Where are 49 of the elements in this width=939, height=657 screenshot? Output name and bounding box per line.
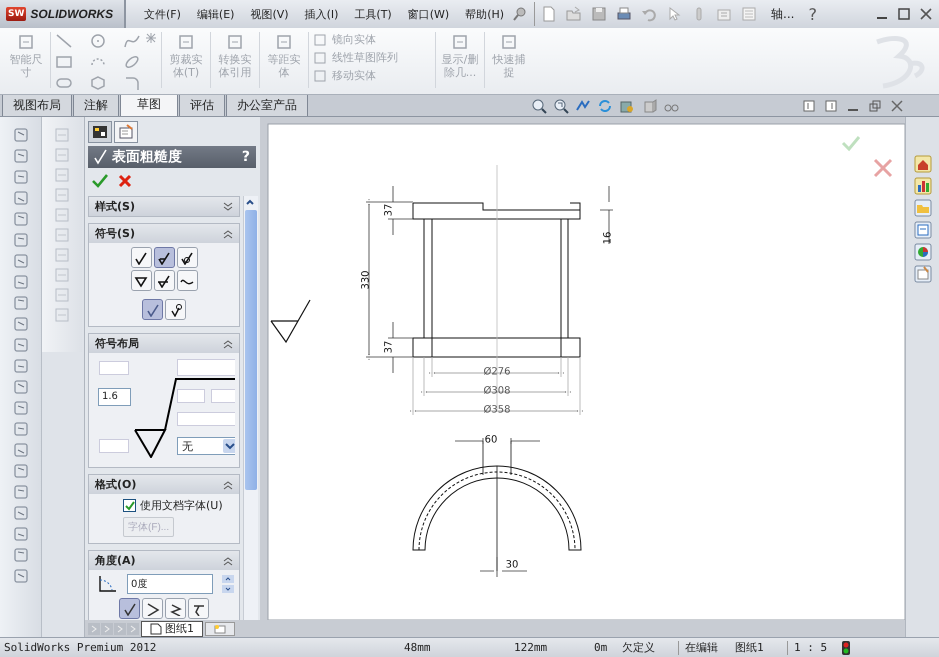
command-tab[interactable]: 注解 (73, 94, 119, 116)
app-logo: SOLIDWORKS (30, 7, 114, 21)
menu-item[interactable]: 视图(V) (242, 6, 297, 22)
section-title: 格式(O) (95, 477, 136, 492)
menu-item[interactable]: 工具(T) (346, 6, 400, 22)
use-document-font-checkbox[interactable]: 使用文档字体(U) (123, 498, 235, 513)
y-coordinate: 122mm (514, 641, 548, 654)
menu-item[interactable]: 插入(I) (296, 6, 346, 22)
dimension-text: 37 (384, 204, 395, 216)
section-title: 角度(A) (95, 553, 136, 568)
command-tab[interactable]: 视图布局 (2, 94, 72, 116)
logo-badge: SW (6, 7, 26, 21)
x-coordinate: 48mm (404, 641, 432, 654)
menu-item[interactable]: 窗口(W) (400, 6, 458, 22)
section-header[interactable]: 格式(O) (89, 475, 239, 494)
command-tab[interactable]: 评估 (179, 94, 225, 116)
roughness-value-field[interactable]: 1.6 (98, 388, 131, 406)
z-coordinate: 0m (594, 641, 608, 654)
section-title: 样式(S) (95, 199, 135, 214)
dimension-text: Ø276 (484, 366, 510, 378)
editing-mode: 在编辑 (685, 640, 719, 655)
property-manager-title: 表面粗糙度 ? (88, 146, 256, 168)
section-header[interactable]: 符号(S) (89, 224, 239, 243)
angle-field[interactable]: 0度 (127, 574, 213, 594)
lay-direction-dropdown[interactable]: 无 (177, 437, 235, 455)
current-sheet: 图纸1 (735, 640, 765, 655)
dimension-text: Ø308 (484, 386, 510, 397)
section-header[interactable]: 样式(S) (89, 197, 239, 216)
sheet-scale: 1 : 5 (794, 641, 828, 654)
dimension-text: 60 (484, 434, 498, 446)
dimension-text: 330 (360, 270, 372, 290)
sketch-state: 欠定义 (622, 640, 656, 655)
menu-item[interactable]: 编辑(E) (188, 6, 242, 22)
help-button[interactable]: ? (242, 149, 250, 165)
dimension-text: 37 (384, 340, 395, 354)
dimension-text: Ø358 (484, 404, 510, 416)
dimension-text: 16 (602, 232, 614, 244)
help-menu[interactable]: ? (808, 4, 817, 24)
section-header[interactable]: 符号布局 (89, 334, 239, 353)
axis-menu[interactable]: 轴... (771, 6, 794, 22)
menu-item[interactable]: 文件(F) (136, 6, 189, 22)
dimension-text: 30 (506, 560, 518, 571)
section-title: 符号(S) (95, 226, 135, 241)
product-status: SolidWorks Premium 2012 (4, 641, 158, 654)
command-tab[interactable]: 办公室产品 (226, 94, 308, 116)
section-title: 符号布局 (95, 336, 139, 351)
sheet-tab[interactable]: 图纸1 (141, 620, 203, 636)
menu-item[interactable]: 帮助(H) (457, 6, 512, 22)
section-header[interactable]: 角度(A) (89, 551, 239, 570)
